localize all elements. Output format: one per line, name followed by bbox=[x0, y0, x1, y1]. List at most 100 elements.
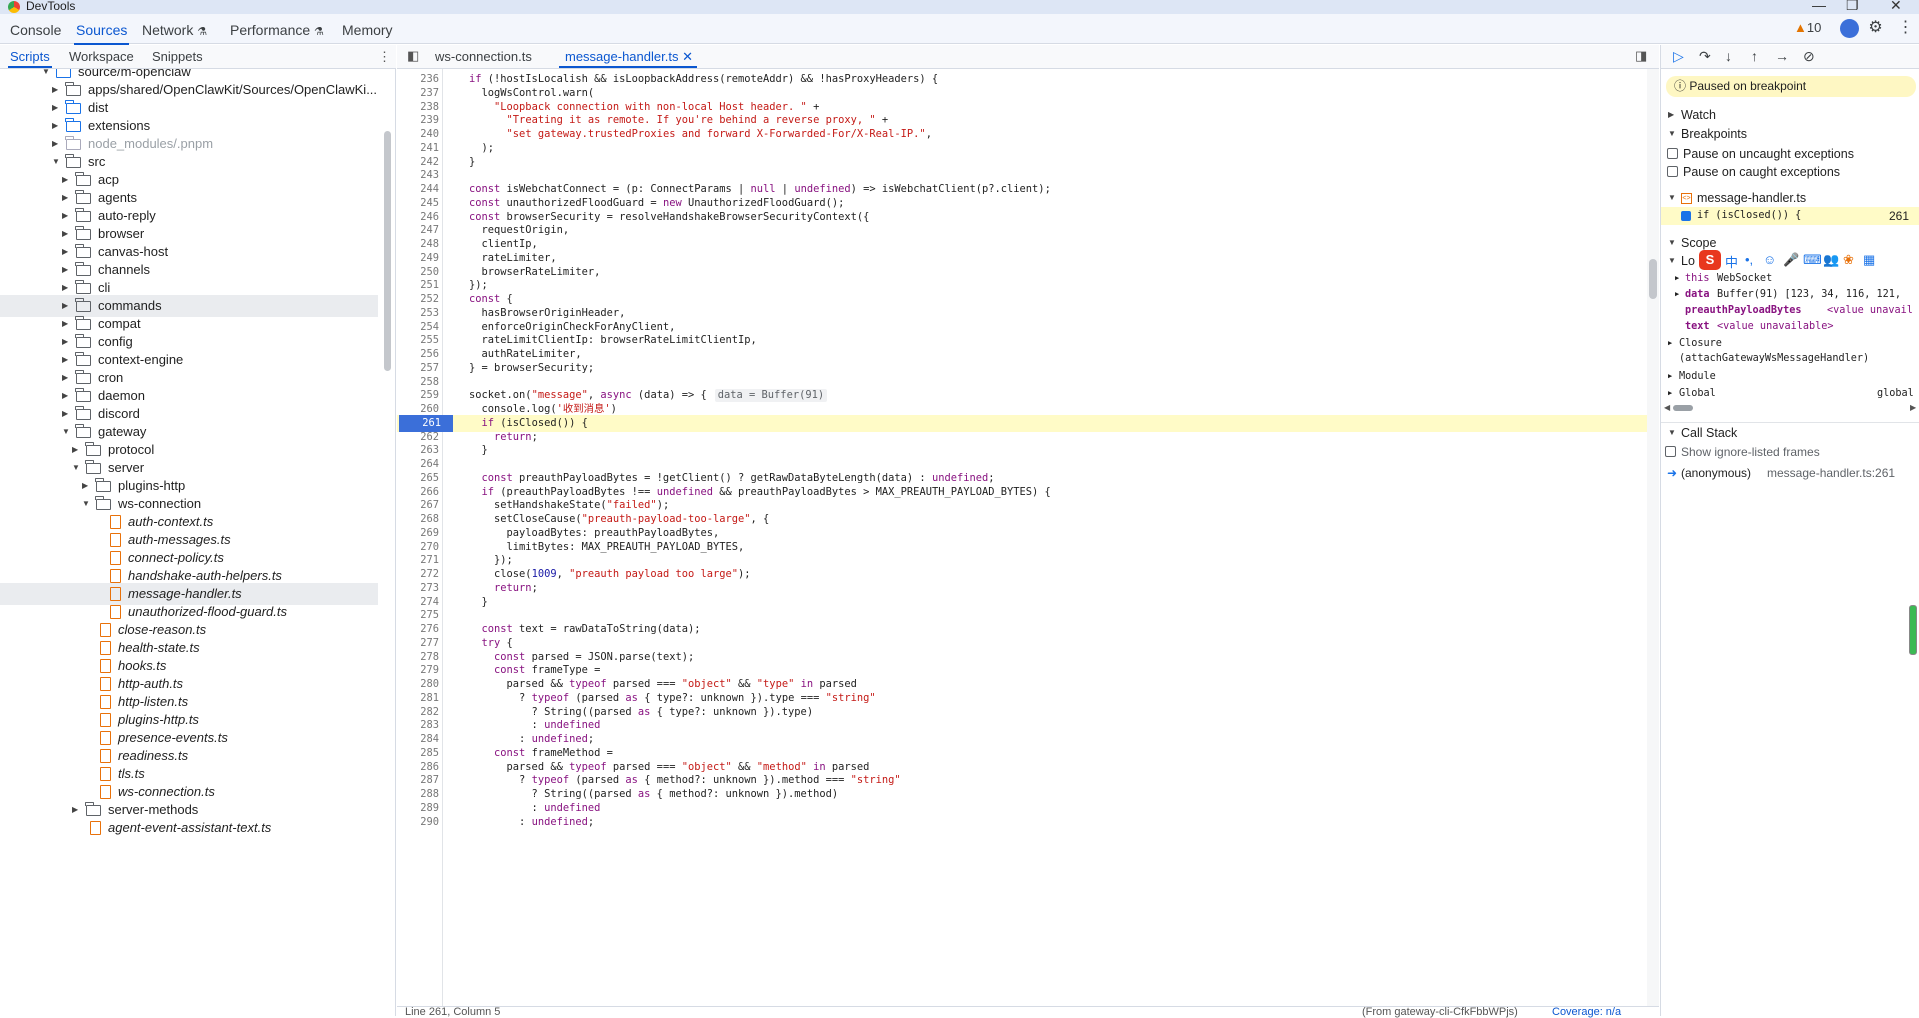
more-options-icon[interactable]: ⋮ bbox=[1896, 19, 1915, 38]
settings-gear-icon[interactable]: ⚙ bbox=[1866, 19, 1885, 38]
watch-section[interactable]: ▶ Watch bbox=[1661, 105, 1919, 125]
ime-punctuation-icon[interactable]: •, bbox=[1745, 252, 1753, 267]
code-line[interactable]: 290 : undefined; bbox=[397, 814, 1647, 831]
chrome-logo-icon bbox=[8, 1, 20, 13]
close-tab-icon[interactable]: ✕ bbox=[682, 49, 693, 64]
restore-icon[interactable]: ❐ bbox=[1846, 0, 1859, 14]
tab-memory[interactable]: Memory bbox=[342, 22, 393, 38]
breakpoint-entry[interactable]: if (isClosed()) {261 bbox=[1661, 207, 1919, 225]
paused-text: Paused on breakpoint bbox=[1689, 79, 1807, 93]
minimize-icon[interactable]: — bbox=[1812, 0, 1826, 13]
file-icon bbox=[100, 677, 111, 691]
navigator-scrollbar[interactable] bbox=[384, 131, 391, 371]
folder-icon bbox=[75, 316, 91, 330]
call-stack-section[interactable]: ▼ Call Stack bbox=[1661, 422, 1919, 442]
line-number[interactable]: 290 bbox=[397, 814, 439, 831]
breakpoint-code: if (isClosed()) { bbox=[1697, 210, 1802, 221]
step-over-icon[interactable]: ↷ bbox=[1699, 48, 1711, 65]
pause-uncaught-checkbox[interactable] bbox=[1667, 148, 1678, 159]
scope-item-preauth[interactable]: preauthPayloadBytes <value unavail bbox=[1661, 302, 1919, 319]
info-icon: ⓘ bbox=[1674, 79, 1687, 93]
breakpoint-file-row[interactable]: ▼ <> message-handler.ts bbox=[1661, 188, 1919, 208]
ime-toolbar[interactable]: S 中 •, ☺ 🎤 ⌨ 👥 ❀ ▦ bbox=[1699, 250, 1919, 270]
step-out-icon[interactable]: ↑ bbox=[1751, 48, 1758, 64]
deactivate-breakpoints-icon[interactable]: ⊘ bbox=[1803, 48, 1815, 65]
ime-toolbox-icon[interactable]: ▦ bbox=[1863, 252, 1875, 268]
file-tree: ▼ source/m-openclaw ▶ apps/shared/OpenClawK… bbox=[0, 69, 382, 1016]
folder-icon bbox=[56, 69, 71, 78]
watch-label: Watch bbox=[1681, 108, 1716, 122]
folder-icon bbox=[75, 388, 91, 402]
navigator-menu-icon[interactable]: ⋮ bbox=[378, 49, 391, 65]
tab-network[interactable]: Network ⚗ bbox=[142, 22, 207, 38]
tab-sources[interactable]: Sources bbox=[73, 22, 130, 45]
folder-icon bbox=[75, 226, 91, 240]
ime-skin-icon[interactable]: ❀ bbox=[1843, 252, 1854, 268]
file-icon bbox=[110, 551, 121, 565]
show-ignore-row[interactable]: Show ignore-listed frames bbox=[1661, 442, 1919, 462]
scope-item-text[interactable]: text <value unavailable> bbox=[1661, 318, 1919, 335]
user-avatar-icon[interactable] bbox=[1840, 19, 1859, 38]
coverage-link[interactable]: Coverage: n/a bbox=[1552, 1006, 1621, 1018]
scope-item-data[interactable]: ▶ data Buffer(91) [123, 34, 116, 121, bbox=[1661, 286, 1919, 303]
scroll-left-icon[interactable]: ◀ bbox=[1664, 403, 1670, 412]
step-into-icon[interactable]: ↓ bbox=[1725, 48, 1732, 64]
editor-tab-ws-connection[interactable]: ws-connection.ts bbox=[435, 49, 532, 64]
ime-keyboard-icon[interactable]: ⌨ bbox=[1803, 252, 1822, 268]
navigator-tab-bar: Scripts Workspace Snippets ⋮ bbox=[0, 45, 396, 69]
scope-local-label: Lo bbox=[1681, 254, 1695, 268]
pause-caught-row[interactable]: Pause on caught exceptions bbox=[1661, 162, 1919, 182]
scope-value: Buffer(91) [123, 34, 116, 121, bbox=[1717, 289, 1902, 300]
scope-closure-fn: (attachGatewayWsMessageHandler) bbox=[1661, 350, 1919, 367]
scope-item-this[interactable]: ▶ this WebSocket bbox=[1661, 270, 1919, 287]
folder-icon bbox=[85, 460, 101, 474]
ime-voice-icon[interactable]: 🎤 bbox=[1783, 252, 1799, 268]
folder-icon bbox=[75, 190, 91, 204]
tab-snippets[interactable]: Snippets bbox=[152, 49, 203, 64]
file-icon bbox=[100, 641, 111, 655]
close-window-icon[interactable]: ✕ bbox=[1890, 0, 1902, 14]
scope-hscroll-thumb[interactable] bbox=[1673, 405, 1693, 411]
editor-scrollbar[interactable] bbox=[1647, 69, 1659, 1006]
resume-icon[interactable]: ▷ bbox=[1673, 48, 1684, 65]
sogou-ime-icon[interactable]: S bbox=[1699, 250, 1721, 270]
expand-icon: ▶ bbox=[1668, 389, 1673, 397]
tab-workspace[interactable]: Workspace bbox=[69, 49, 134, 64]
toggle-navigator-icon[interactable]: ◧ bbox=[407, 48, 419, 64]
editor-scroll-thumb[interactable] bbox=[1649, 259, 1657, 299]
breakpoint-checkbox[interactable] bbox=[1681, 211, 1691, 221]
scope-key: data bbox=[1685, 289, 1710, 300]
expand-icon: ▶ bbox=[1668, 110, 1675, 119]
scope-module-row[interactable]: ▶ Module bbox=[1661, 368, 1919, 385]
pause-uncaught-row[interactable]: Pause on uncaught exceptions bbox=[1661, 144, 1919, 164]
file-icon: <> bbox=[1681, 193, 1692, 204]
tab-console[interactable]: Console bbox=[10, 22, 61, 38]
ime-user-icon[interactable]: 👥 bbox=[1823, 252, 1839, 268]
ime-emoji-icon[interactable]: ☺ bbox=[1763, 252, 1776, 267]
file-icon bbox=[90, 821, 101, 835]
ime-chinese-mode-icon[interactable]: 中 bbox=[1725, 252, 1738, 271]
tab-scripts[interactable]: Scripts bbox=[8, 49, 52, 68]
file-icon bbox=[110, 515, 121, 529]
folder-icon bbox=[75, 406, 91, 420]
step-icon[interactable]: → bbox=[1775, 48, 1789, 64]
file-icon bbox=[100, 659, 111, 673]
file-icon bbox=[100, 767, 111, 781]
editor-tab-message-handler[interactable]: message-handler.ts ✕ bbox=[559, 49, 697, 68]
tab-performance[interactable]: Performance ⚗ bbox=[230, 22, 324, 38]
file-tree-file[interactable]: agent-event-assistant-text.ts bbox=[0, 817, 378, 839]
call-frame[interactable]: ➜ (anonymous) message-handler.ts:261 bbox=[1661, 463, 1919, 483]
code-text: : undefined; bbox=[469, 815, 595, 828]
global-label: Global bbox=[1679, 388, 1716, 399]
show-ignore-checkbox[interactable] bbox=[1665, 446, 1676, 457]
closure-function-name: (attachGatewayWsMessageHandler) bbox=[1679, 353, 1870, 364]
code-editor[interactable]: 236 if (!hostIsLocalish && isLoopbackAddr… bbox=[397, 69, 1647, 1006]
scroll-right-icon[interactable]: ▶ bbox=[1910, 403, 1916, 412]
scope-global-row[interactable]: ▶ Global global bbox=[1661, 385, 1919, 402]
folder-icon bbox=[65, 118, 81, 132]
pause-caught-checkbox[interactable] bbox=[1667, 166, 1678, 177]
breakpoints-section[interactable]: ▼ Breakpoints bbox=[1661, 124, 1919, 144]
issues-counter[interactable]: ▲10 bbox=[1794, 20, 1821, 35]
editor-pane: ◧ ws-connection.ts message-handler.ts ✕ … bbox=[397, 45, 1659, 1018]
toggle-debugger-icon[interactable]: ◨ bbox=[1635, 48, 1647, 64]
